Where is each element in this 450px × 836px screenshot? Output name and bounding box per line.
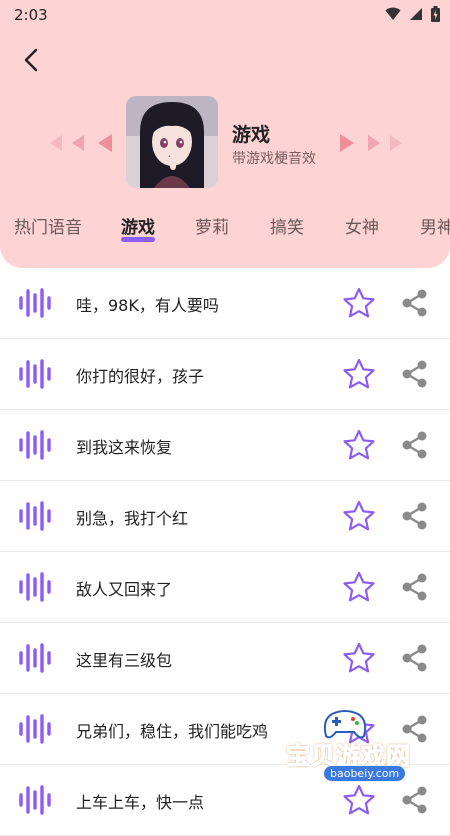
active-tab-indicator [121,237,155,242]
favorite-star-icon[interactable] [342,429,376,461]
play-waveform-icon[interactable] [18,359,52,389]
tab-goddess[interactable]: 女神 [345,213,379,238]
list-item[interactable]: 别急，我打个红 [0,481,450,552]
chevron-left-icon [24,48,38,72]
favorite-star-icon[interactable] [342,287,376,319]
status-icons [385,6,440,22]
status-bar: 2:03 [0,0,450,30]
site-watermark: 宝贝游戏网 baobeiy.com [286,706,446,798]
gamepad-logo-icon [323,710,367,739]
tab-male-god[interactable]: 男神 [420,213,450,238]
sound-title: 别急，我打个红 [76,509,189,528]
sound-title: 上车上车，快一点 [76,793,205,812]
share-icon[interactable] [400,360,430,388]
category-title: 游戏 [232,124,271,146]
category-tabs: 热门语音 游戏 萝莉 搞笑 女神 男神 [0,205,450,245]
sound-title: 敌人又回来了 [76,580,173,599]
list-item[interactable]: 这里有三级包 [0,623,450,694]
play-waveform-icon[interactable] [18,785,52,815]
sound-title: 这里有三级包 [76,651,173,670]
play-waveform-icon[interactable] [18,643,52,673]
decorative-arrows-right-icon [340,134,402,152]
back-button[interactable] [18,44,46,76]
share-icon[interactable] [400,644,430,672]
wifi-icon [385,7,401,20]
tab-games[interactable]: 游戏 [121,213,155,238]
tab-hot-voices[interactable]: 热门语音 [14,213,82,238]
list-item[interactable]: 到我这来恢复 [0,410,450,481]
sound-title: 哇，98K，有人要吗 [76,296,219,315]
header-panel: 2:03 游戏 带游戏梗音效 热门语音 游戏 萝莉 搞笑 女神 男神 [0,0,450,268]
play-waveform-icon[interactable] [18,430,52,460]
favorite-star-icon[interactable] [342,358,376,390]
sound-title: 兄弟们，稳住，我们能吃鸡 [76,722,269,741]
sound-title: 到我这来恢复 [76,438,173,457]
share-icon[interactable] [400,573,430,601]
favorite-star-icon[interactable] [342,642,376,674]
tab-loli[interactable]: 萝莉 [195,213,229,238]
sound-title: 你打的很好，孩子 [76,367,205,386]
battery-icon [431,6,440,22]
decorative-arrows-left-icon [50,134,112,152]
share-icon[interactable] [400,431,430,459]
category-subtitle: 带游戏梗音效 [232,151,316,167]
watermark-url: baobeiy.com [324,766,406,781]
play-waveform-icon[interactable] [18,501,52,531]
list-item[interactable]: 敌人又回来了 [0,552,450,623]
tab-funny[interactable]: 搞笑 [270,213,304,238]
play-waveform-icon[interactable] [18,572,52,602]
list-item[interactable]: 你打的很好，孩子 [0,339,450,410]
play-waveform-icon[interactable] [18,288,52,318]
play-waveform-icon[interactable] [18,714,52,744]
favorite-star-icon[interactable] [342,571,376,603]
category-cover-image [126,96,218,188]
share-icon[interactable] [400,289,430,317]
status-time: 2:03 [14,6,48,24]
list-item[interactable]: 哇，98K，有人要吗 [0,268,450,339]
signal-icon [410,8,422,20]
favorite-star-icon[interactable] [342,500,376,532]
share-icon[interactable] [400,502,430,530]
